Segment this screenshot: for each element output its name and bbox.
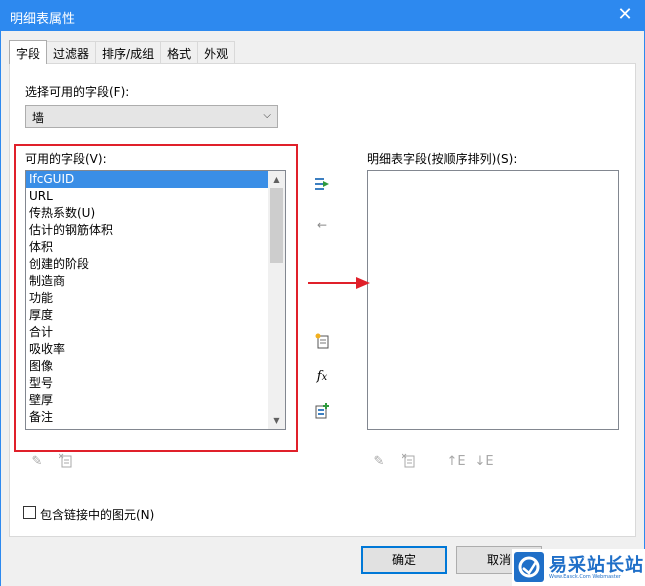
list-item[interactable]: IfcGUID <box>26 171 268 188</box>
delete-parameter-icon[interactable] <box>56 453 76 471</box>
list-item[interactable]: 备注 <box>26 409 268 426</box>
tab-strip: 字段 过滤器 排序/成组 格式 外观 <box>9 40 236 64</box>
tab-sorting-grouping[interactable]: 排序/成组 <box>95 41 162 63</box>
field-category-select[interactable]: 墙 ⌵ <box>25 105 278 128</box>
ok-button[interactable]: 确定 <box>361 546 447 574</box>
list-item[interactable]: 传热系数(U) <box>26 205 268 222</box>
remove-field-icon[interactable]: ← <box>313 216 331 234</box>
list-item[interactable]: 创建的阶段 <box>26 256 268 273</box>
select-fields-label: 选择可用的字段(F): <box>25 85 130 99</box>
list-item[interactable]: 图像 <box>26 358 268 375</box>
schedule-fields-list[interactable] <box>367 170 619 430</box>
scroll-down-icon[interactable]: ▼ <box>268 412 285 429</box>
move-down-icon[interactable]: ↓E <box>472 453 496 471</box>
watermark-subtext: Www.Easck.Com Webmaster <box>549 574 621 580</box>
chevron-down-icon: ⌵ <box>263 110 271 121</box>
add-parameter-icon[interactable] <box>313 333 331 351</box>
calculated-value-icon[interactable]: fx <box>313 368 331 386</box>
delete-schedule-field-icon[interactable] <box>399 453 419 471</box>
scroll-up-icon[interactable]: ▲ <box>268 171 285 188</box>
vertical-scrollbar[interactable]: ▲ ▼ <box>268 171 285 429</box>
edit-schedule-field-icon[interactable]: ✎ <box>369 453 389 471</box>
list-item[interactable]: 吸收率 <box>26 341 268 358</box>
list-item[interactable]: 厚度 <box>26 307 268 324</box>
move-up-icon[interactable]: ↑E <box>444 453 468 471</box>
list-item[interactable]: URL <box>26 188 268 205</box>
available-fields-list[interactable]: IfcGUID URL 传热系数(U) 估计的钢筋体积 体积 创建的阶段 制造商 功能 厚度 合计… <box>25 170 286 430</box>
list-item[interactable]: 制造商 <box>26 273 268 290</box>
include-linked-label: 包含链接中的图元(N) <box>40 508 155 522</box>
title-bar: 明细表属性 ✕ <box>0 0 645 31</box>
field-category-value: 墙 <box>32 111 45 125</box>
red-arrow-annotation <box>308 277 370 289</box>
edit-parameter-icon[interactable]: ✎ <box>27 453 47 471</box>
tab-appearance[interactable]: 外观 <box>197 41 236 63</box>
tab-fields[interactable]: 字段 <box>9 40 48 64</box>
watermark: 易采站长站 Www.Easck.Com Webmaster <box>512 549 645 586</box>
list-item[interactable]: 体积 <box>26 239 268 256</box>
close-icon[interactable]: ✕ <box>613 4 637 26</box>
combine-parameters-icon[interactable] <box>313 402 331 420</box>
list-item[interactable]: 功能 <box>26 290 268 307</box>
schedule-fields-label: 明细表字段(按顺序排列)(S): <box>367 152 518 166</box>
scroll-thumb[interactable] <box>270 188 283 263</box>
available-fields-label: 可用的字段(V): <box>25 152 107 166</box>
window-title: 明细表属性 <box>10 12 76 27</box>
tab-formatting[interactable]: 格式 <box>160 41 199 63</box>
add-field-icon[interactable] <box>313 176 331 194</box>
tab-filter[interactable]: 过滤器 <box>46 41 97 63</box>
list-item[interactable]: 型号 <box>26 375 268 392</box>
include-linked-checkbox[interactable] <box>23 506 36 519</box>
list-item[interactable]: 估计的钢筋体积 <box>26 222 268 239</box>
watermark-logo-icon <box>514 552 544 582</box>
list-item[interactable]: 合计 <box>26 324 268 341</box>
list-item[interactable]: 壁厚 <box>26 392 268 409</box>
